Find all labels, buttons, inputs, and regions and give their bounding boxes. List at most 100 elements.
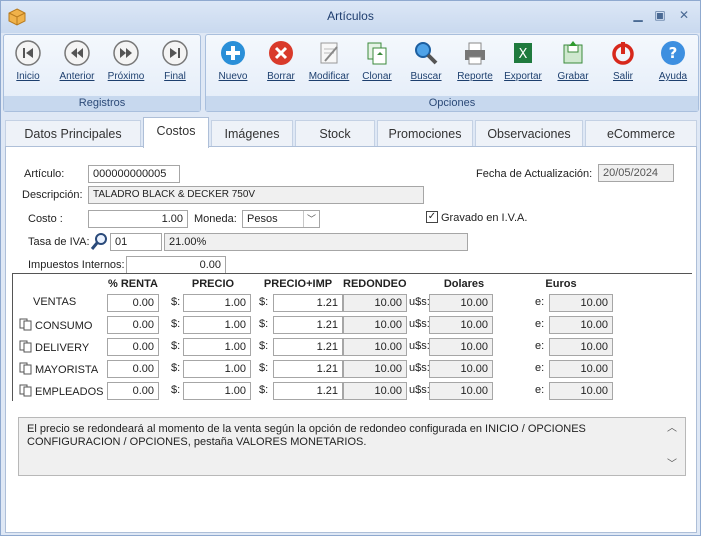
descripcion-field[interactable]: TALADRO BLACK & DECKER 750V [88,186,424,204]
minimize-button[interactable]: ▁ [630,8,646,22]
clonar-button[interactable]: Clonar [354,39,400,95]
row-name: CONSUMO [35,320,93,332]
copy-icon[interactable] [19,318,33,331]
inicio-label: Inicio [16,71,40,82]
moneda-value: Pesos [247,213,278,225]
iva-code-field[interactable]: 01 [110,233,162,251]
iva-label: Tasa de IVA: [28,236,90,248]
currency-label: $: [171,340,181,352]
salir-button[interactable]: Salir [600,39,646,95]
exportar-button[interactable]: X Exportar [500,39,546,95]
copy-icon[interactable] [19,340,33,353]
moneda-select[interactable]: Pesos ﹀ [242,210,320,228]
renta-field[interactable]: 0.00 [107,338,159,356]
row-label-consumo: CONSUMO [19,318,92,332]
currency-label: $: [171,362,181,374]
close-button[interactable]: ✕ [676,8,692,22]
clone-icon [367,42,387,65]
tab-stock[interactable]: Stock [295,120,375,147]
tab-im-genes[interactable]: Imágenes [211,120,293,147]
tab-observaciones[interactable]: Observaciones [475,120,583,147]
row-label-empleados: EMPLEADOS [19,384,103,398]
copy-icon[interactable] [19,384,33,397]
currency-label: u$s: [409,362,430,374]
opciones-group-label: Opciones [206,96,698,111]
column-header: REDONDEO [343,278,407,290]
rounding-note: El precio se redondeará al momento de la… [18,417,686,476]
nuevo-button[interactable]: Nuevo [210,39,256,95]
gravado-label: Gravado en I.V.A. [441,212,528,224]
impuestos-field[interactable]: 0.00 [126,256,226,274]
precio-field[interactable]: 1.00 [183,360,251,378]
precio-imp-field[interactable]: 1.21 [273,360,343,378]
precio-imp-field[interactable]: 1.21 [273,382,343,400]
precio-field[interactable]: 1.00 [183,382,251,400]
dolares-field: 10.00 [429,338,493,356]
currency-label: e: [535,362,545,374]
currency-label: $: [259,340,269,352]
proximo-button[interactable]: Próximo [103,39,149,95]
currency-label: $: [171,318,181,330]
anterior-button[interactable]: Anterior [54,39,100,95]
next-icon [113,40,139,66]
redondeo-field: 10.00 [343,360,407,378]
registros-group: Inicio Anterior Próximo Final Registros [3,34,201,112]
anterior-label: Anterior [59,71,95,82]
tab-costos[interactable]: Costos [143,117,209,148]
chevron-down-icon[interactable]: ﹀ [303,211,319,227]
final-label: Final [164,71,186,82]
costo-field[interactable]: 1.00 [88,210,188,228]
final-button[interactable]: Final [152,39,198,95]
precio-imp-field[interactable]: 1.21 [273,338,343,356]
column-header: PRECIO [191,278,235,290]
currency-label: u$s: [409,384,430,396]
tab-promociones[interactable]: Promociones [377,120,473,147]
euros-field: 10.00 [549,382,613,400]
reporte-label: Reporte [457,71,493,82]
currency-label: e: [535,340,545,352]
maximize-button[interactable]: ▣ [652,8,668,22]
ribbon: Inicio Anterior Próximo Final Registros Nue… [3,34,699,112]
tab-ecommerce[interactable]: eCommerce [585,120,697,147]
renta-field[interactable]: 0.00 [107,382,159,400]
renta-field[interactable]: 0.00 [107,294,159,312]
previous-icon [64,40,90,66]
clonar-label: Clonar [362,71,392,82]
modificar-label: Modificar [308,71,350,82]
row-label-mayorista: MAYORISTA [19,362,98,376]
printer-icon [465,42,485,65]
renta-field[interactable]: 0.00 [107,316,159,334]
edit-icon [320,42,338,64]
precio-field[interactable]: 1.00 [183,316,251,334]
scroll-up-icon[interactable]: ︿ [667,422,677,435]
precio-imp-field[interactable]: 1.21 [273,294,343,312]
grabar-button[interactable]: Grabar [550,39,596,95]
svg-text:?: ? [669,44,678,62]
lookup-icon[interactable] [90,231,110,251]
ayuda-button[interactable]: ? Ayuda [650,39,696,95]
reporte-button[interactable]: Reporte [452,39,498,95]
borrar-label: Borrar [267,71,295,82]
articulo-field[interactable]: 000000000005 [88,165,180,183]
nuevo-label: Nuevo [218,71,248,82]
redondeo-field: 10.00 [343,338,407,356]
renta-field[interactable]: 0.00 [107,360,159,378]
inicio-button[interactable]: Inicio [5,39,51,95]
copy-icon[interactable] [19,362,33,375]
power-icon [612,42,634,65]
precio-field[interactable]: 1.00 [183,294,251,312]
tab-strip: Datos Principales Costos Imágenes Stock Prom… [5,117,697,148]
borrar-button[interactable]: Borrar [258,39,304,95]
buscar-button[interactable]: Buscar [403,39,449,95]
precio-field[interactable]: 1.00 [183,338,251,356]
tab-datos-principales[interactable]: Datos Principales [5,120,141,147]
precio-imp-field[interactable]: 1.21 [273,316,343,334]
currency-label: $: [259,384,269,396]
currency-label: $: [259,296,269,308]
opciones-group: Nuevo Borrar Modificar Clonar Buscar Reporte X… [205,34,699,112]
dolares-field: 10.00 [429,316,493,334]
modificar-button[interactable]: Modificar [306,39,352,95]
gravado-checkbox[interactable]: ✓ [426,211,438,223]
scroll-down-icon[interactable]: ﹀ [667,458,677,471]
first-icon [15,40,41,66]
